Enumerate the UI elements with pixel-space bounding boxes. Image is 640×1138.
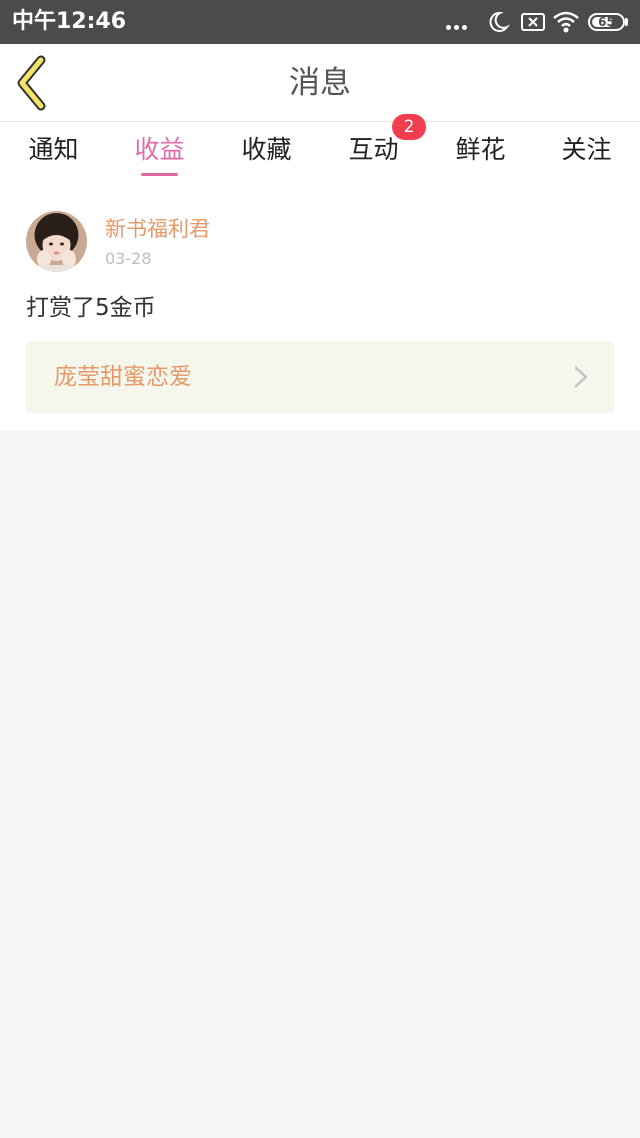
tab-interactions[interactable]: 互动 2 — [320, 114, 427, 184]
moon-icon — [486, 8, 510, 36]
page-title: 消息 — [289, 65, 351, 101]
tab-label: 通知 — [28, 135, 79, 164]
active-tab-indicator — [141, 173, 178, 176]
message-date: 03-28 — [105, 249, 152, 268]
tab-notifications[interactable]: 通知 — [0, 122, 107, 184]
tab-flowers[interactable]: 鲜花 — [427, 122, 534, 184]
battery-icon: 65 — [588, 8, 630, 36]
app-screen: 中午12:46 65 消息 通知 收益 收藏 互动 2 鲜花 关注 新书福利君 … — [0, 0, 640, 1138]
tab-bar: 通知 收益 收藏 互动 2 鲜花 关注 — [0, 114, 640, 184]
book-link[interactable]: 庞莹甜蜜恋爱 — [26, 341, 614, 413]
unread-badge: 2 — [392, 114, 426, 140]
tab-label: 收益 — [134, 135, 185, 164]
status-bar: 中午12:46 65 — [0, 0, 640, 44]
chevron-right-icon — [574, 366, 588, 388]
tab-following[interactable]: 关注 — [533, 122, 640, 184]
wifi-icon — [552, 8, 580, 36]
tab-earnings[interactable]: 收益 — [106, 122, 213, 184]
tab-label: 收藏 — [241, 135, 292, 164]
tab-label: 鲜花 — [455, 135, 506, 164]
more-dots-icon — [444, 8, 470, 36]
tab-favorites[interactable]: 收藏 — [213, 122, 320, 184]
tab-label: 关注 — [561, 135, 612, 164]
battery-level: 65 — [598, 15, 615, 29]
sender-name[interactable]: 新书福利君 — [105, 215, 210, 243]
book-title: 庞莹甜蜜恋爱 — [54, 364, 192, 390]
status-time: 中午12:46 — [12, 9, 127, 34]
message-card: 新书福利君 03-28 打赏了5金币 庞莹甜蜜恋爱 — [0, 184, 640, 431]
header-bar: 消息 — [0, 44, 640, 122]
message-text: 打赏了5金币 — [26, 295, 156, 321]
avatar[interactable] — [26, 211, 87, 272]
sim-off-icon — [520, 8, 546, 36]
